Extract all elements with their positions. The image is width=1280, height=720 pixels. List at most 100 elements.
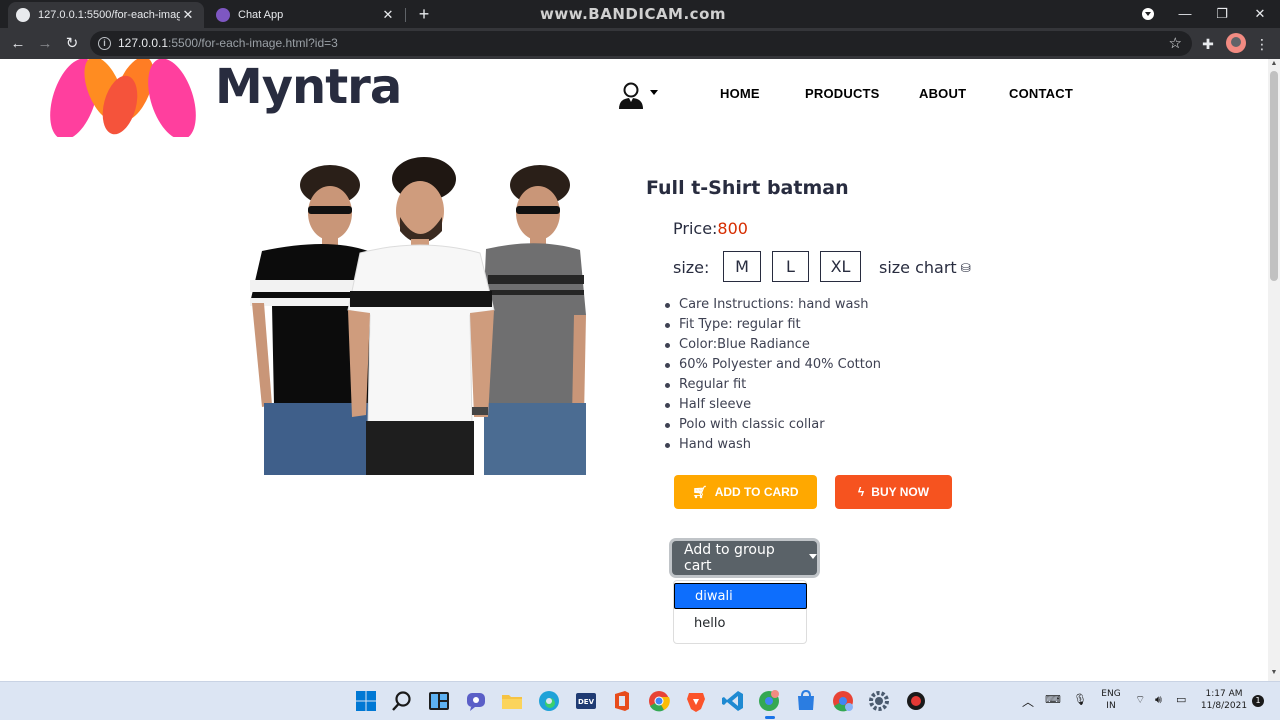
lightning-bolt-icon: ϟ [857,485,865,499]
list-item: Care Instructions: hand wash [664,295,881,315]
url-host: 127.0.0.1 [118,36,169,50]
brand-name[interactable]: Myntra [215,59,402,115]
myntra-logo-icon[interactable] [48,59,200,137]
maximize-button[interactable]: ❐ [1207,4,1237,24]
user-icon[interactable] [617,81,645,109]
product-title: Full t-Shirt batman [646,177,849,199]
task-view-icon[interactable] [427,689,451,713]
price-value: 800 [717,219,748,238]
size-m-button[interactable]: M [723,251,761,282]
size-label: size: [673,258,710,277]
gear-icon[interactable] [867,689,891,713]
price: Price:800 [673,219,748,238]
keyboard-icon[interactable]: ⌨ [1045,693,1061,706]
reload-icon[interactable]: ↻ [61,33,83,55]
puzzle-icon[interactable]: ✚ [1198,34,1218,54]
buy-now-label: BUY NOW [871,485,930,499]
nav-contact[interactable]: CONTACT [1009,86,1073,101]
feature-list: Care Instructions: hand wash Fit Type: r… [664,295,881,455]
web-page: Myntra HOME PRODUCTS ABOUT CONTACT Full … [0,59,1268,681]
vscode-icon[interactable] [721,689,745,713]
list-item: Polo with classic collar [664,415,881,435]
nav-home[interactable]: HOME [720,86,760,101]
record-icon[interactable] [904,689,928,713]
browser-tab-bar: 127.0.0.1:5500/for-each-image.ht ✕ Chat … [0,0,1280,28]
wifi-icon[interactable]: ⌔ [1135,693,1145,707]
size-l-button[interactable]: L [772,251,809,282]
chevron-up-icon[interactable]: ︿ [1022,693,1034,710]
close-tab-icon[interactable]: ✕ [380,7,396,23]
url-path: :5500/for-each-image.html?id=3 [168,36,338,50]
search-icon[interactable] [390,689,414,713]
group-option-diwali[interactable]: diwali [674,583,807,609]
measuring-tape-icon: ⛁ [960,261,971,275]
edge-browser-icon[interactable] [537,689,561,713]
minimize-button[interactable]: — [1170,4,1200,24]
tab-title: Chat App [238,9,284,21]
nav-products[interactable]: PRODUCTS [805,86,880,101]
battery-icon[interactable]: ▭ [1176,693,1186,706]
star-icon[interactable]: ☆ [1169,34,1182,52]
microsoft-store-icon[interactable] [794,689,818,713]
brave-browser-icon[interactable] [684,689,708,713]
product-image [250,157,586,475]
list-item: Fit Type: regular fit [664,315,881,335]
list-item: 60% Polyester and 40% Cotton [664,355,881,375]
add-to-cart-button[interactable]: 🛒︎ ADD TO CARD [674,475,817,509]
avatar[interactable] [1226,33,1246,53]
close-tab-icon[interactable]: ✕ [180,7,196,23]
language-indicator[interactable]: ENG IN [1098,688,1124,712]
group-option-hello[interactable]: hello [674,611,806,637]
language-code: ENG [1101,689,1121,699]
back-arrow-icon[interactable]: ← [7,33,29,55]
size-chart-label: size chart [879,258,957,277]
size-xl-button[interactable]: XL [820,251,861,282]
close-window-button[interactable]: ✕ [1245,4,1275,24]
list-item: Half sleeve [664,395,881,415]
chrome-icon[interactable] [831,689,855,713]
office-icon[interactable] [610,689,634,713]
page-scrollbar[interactable]: ▲ ▼ [1268,59,1280,681]
chrome-profile-icon[interactable] [757,689,781,713]
address-bar[interactable]: i 127.0.0.1:5500/for-each-image.html?id=… [90,31,1192,56]
svg-text:DEV: DEV [578,698,595,706]
new-tab-button[interactable]: + [414,4,434,24]
chrome-icon[interactable] [647,689,671,713]
tab-chat-app[interactable]: Chat App ✕ [208,2,404,28]
windows-start-icon[interactable] [354,689,378,713]
shopping-cart-icon: 🛒︎ [692,485,708,499]
size-chart-link[interactable]: size chart ⛁ [879,258,971,277]
teams-chat-icon[interactable] [464,689,488,713]
caret-down-icon [809,553,817,559]
globe-icon [16,8,30,22]
clock[interactable]: 1:17 AM 11/8/2021 [1198,688,1250,712]
notification-badge[interactable]: 1 [1252,695,1264,707]
chevron-down-icon[interactable] [650,90,658,95]
chevron-down-icon[interactable] [1142,8,1154,20]
group-cart-dropdown-button[interactable]: Add to group cart [672,541,817,575]
kebab-menu-icon[interactable]: ⋮ [1252,34,1272,54]
tab-title: 127.0.0.1:5500/for-each-image.ht [38,9,180,21]
scroll-up-icon[interactable]: ▲ [1270,60,1278,67]
info-icon[interactable]: i [98,37,111,50]
tab-for-each-image[interactable]: 127.0.0.1:5500/for-each-image.ht ✕ [8,2,204,28]
list-item: Color:Blue Radiance [664,335,881,355]
list-item: Hand wash [664,435,881,455]
active-app-indicator [765,716,775,719]
scroll-down-icon[interactable]: ▼ [1270,669,1278,676]
microphone-icon[interactable]: 🎙︎ [1073,693,1087,706]
scrollbar-thumb[interactable] [1270,71,1278,281]
browser-toolbar: ← → ↻ i 127.0.0.1:5500/for-each-image.ht… [0,28,1280,59]
file-explorer-icon[interactable] [500,689,524,713]
dev-app-icon[interactable]: DEV [574,689,598,713]
volume-icon[interactable]: 🔊︎ [1155,693,1162,707]
url-text: 127.0.0.1:5500/for-each-image.html?id=3 [118,36,338,50]
forward-arrow-icon[interactable]: → [34,33,56,55]
region-code: IN [1106,701,1116,711]
clock-date: 11/8/2021 [1200,701,1248,711]
nav-about[interactable]: ABOUT [919,86,966,101]
buy-now-button[interactable]: ϟ BUY NOW [835,475,952,509]
price-label: Price: [673,219,718,238]
chat-app-favicon-icon [216,8,230,22]
add-to-cart-label: ADD TO CARD [714,485,799,499]
